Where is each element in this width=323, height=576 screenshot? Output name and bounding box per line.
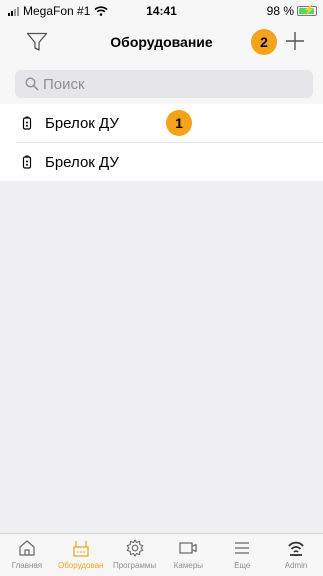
key-fob-icon — [22, 116, 32, 130]
tab-home[interactable]: Главная — [0, 534, 54, 576]
device-list: Брелок ДУ 1 Брелок ДУ — [0, 104, 323, 181]
search-icon — [25, 77, 39, 91]
tab-label: Программы — [112, 561, 157, 570]
tab-label: Камеры — [173, 561, 204, 570]
equipment-icon — [73, 541, 89, 557]
admin-icon — [288, 541, 304, 556]
tab-label: Еще — [234, 561, 251, 570]
annotation-badge-1: 1 — [166, 110, 192, 136]
tab-label: Главная — [11, 561, 43, 570]
battery-status: 98 % ⚡ — [267, 4, 317, 18]
search-placeholder: Поиск — [43, 75, 85, 93]
add-icon[interactable] — [283, 29, 307, 53]
tab-label: Оборудован — [57, 561, 104, 570]
battery-percent: 98 % — [266, 4, 294, 18]
tab-admin[interactable]: Admin — [269, 534, 323, 576]
key-fob-icon — [22, 155, 32, 169]
tab-label: Admin — [284, 561, 308, 570]
battery-icon: ⚡ — [297, 5, 317, 16]
device-label: Брелок ДУ — [45, 114, 119, 132]
tab-equipment[interactable]: Оборудован — [54, 534, 108, 576]
home-icon — [19, 540, 35, 556]
status-bar: MegaFon #1 14:41 98 % ⚡ — [0, 0, 323, 22]
search-input[interactable]: Поиск — [15, 70, 313, 98]
list-item[interactable]: Брелок ДУ — [0, 143, 323, 181]
search-bar: Поиск — [0, 62, 323, 104]
gear-icon — [126, 539, 143, 557]
menu-icon — [235, 542, 250, 554]
device-label: Брелок ДУ — [45, 153, 119, 171]
tab-bar: Главная Оборудован Программы Камеры Еще — [0, 533, 323, 576]
annotation-badge-2: 2 — [251, 29, 277, 55]
nav-bar: Оборудование 2 — [0, 22, 323, 62]
list-item[interactable]: Брелок ДУ 1 — [0, 104, 323, 142]
tab-cameras[interactable]: Камеры — [161, 534, 215, 576]
camera-icon — [179, 542, 197, 554]
tab-programs[interactable]: Программы — [108, 534, 162, 576]
tab-more[interactable]: Еще — [215, 534, 269, 576]
